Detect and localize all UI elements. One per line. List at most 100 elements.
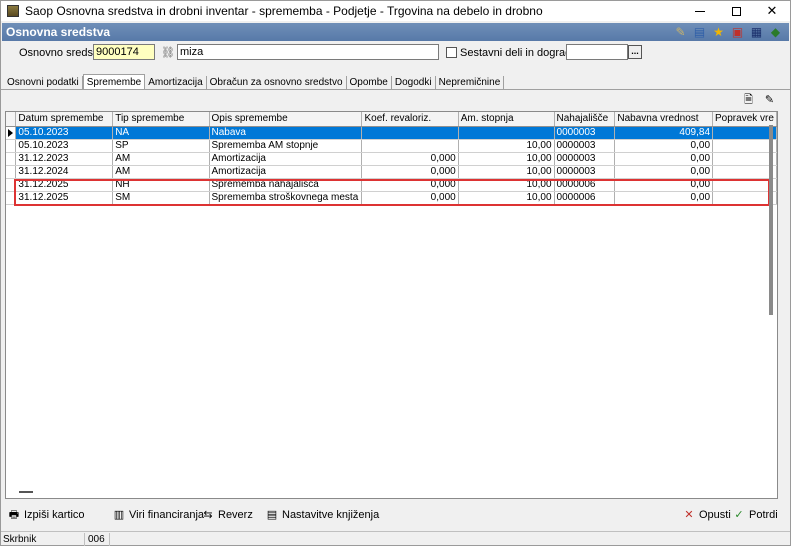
app-window: Saop Osnovna sredstva in drobni inventar… [0, 0, 791, 546]
cell-popravek[interactable] [712, 139, 777, 153]
table-row[interactable]: 31.12.2025 NH Sprememba nahajališča 0,00… [6, 178, 777, 192]
cell-desc[interactable]: Nabava [209, 126, 363, 140]
cell-stopnja[interactable]: 10,00 [458, 139, 555, 153]
cancel-button[interactable]: ✕ Opusti [682, 509, 730, 521]
cell-type[interactable]: AM [112, 152, 210, 166]
reverse-button[interactable]: ⇆ Reverz [201, 509, 252, 521]
cell-stopnja[interactable]: 10,00 [458, 165, 555, 179]
table-row[interactable]: 05.10.2023 SP Sprememba AM stopnje 10,00… [6, 139, 777, 153]
tab-opombe[interactable]: Opombe [347, 76, 392, 90]
cell-type[interactable]: NH [112, 178, 210, 192]
close-button[interactable]: ✕ [754, 1, 790, 21]
composite-input[interactable] [566, 44, 628, 60]
cell-location[interactable]: 0000003 [554, 126, 616, 140]
export-icon[interactable]: ◆ [768, 25, 783, 40]
cell-popravek[interactable] [712, 178, 777, 192]
browse-button[interactable]: ... [628, 45, 642, 59]
cell-stopnja[interactable] [458, 126, 555, 140]
edit-icon[interactable]: ✎ [673, 25, 688, 40]
cell-type[interactable]: NA [112, 126, 210, 140]
edit-record-icon[interactable]: ✎ [763, 94, 776, 107]
cell-desc[interactable]: Amortizacija [209, 152, 363, 166]
cell-date[interactable]: 31.12.2025 [15, 191, 114, 205]
cell-type[interactable]: SP [112, 139, 210, 153]
cell-location[interactable]: 0000003 [554, 139, 616, 153]
cell-desc[interactable]: Sprememba nahajališča [209, 178, 363, 192]
confirm-button[interactable]: ✓ Potrdi [732, 509, 777, 521]
col-header-value[interactable]: Nabavna vrednost [614, 112, 714, 127]
cell-value[interactable]: 0,00 [614, 191, 714, 205]
posting-settings-button[interactable]: ▤ Nastavitve knjiženja [265, 509, 379, 521]
cell-value[interactable]: 0,00 [614, 165, 714, 179]
horizontal-scrollbar[interactable] [19, 491, 33, 493]
status-bar: Skrbnik 006 [1, 531, 790, 546]
asset-name-input[interactable] [177, 44, 439, 60]
table-row[interactable]: 05.10.2023 NA Nabava 0000003 409,84 [6, 126, 777, 140]
tab-amortizacija[interactable]: Amortizacija [145, 76, 207, 90]
print-card-button[interactable]: 🖶 Izpiši kartico [7, 509, 85, 521]
cell-location[interactable]: 0000006 [554, 178, 616, 192]
cell-value[interactable]: 0,00 [614, 152, 714, 166]
lookup-icon[interactable]: ⛓ [161, 46, 175, 59]
tab-spremembe[interactable]: Spremembe [82, 74, 146, 90]
settings-icon: ▤ [266, 509, 278, 521]
cell-stopnja[interactable]: 10,00 [458, 152, 555, 166]
cell-koef[interactable] [361, 139, 459, 153]
cell-date[interactable]: 05.10.2023 [15, 139, 114, 153]
tab-dogodki[interactable]: Dogodki [392, 76, 436, 90]
cell-value[interactable]: 0,00 [614, 178, 714, 192]
star-icon[interactable]: ★ [711, 25, 726, 40]
cell-desc[interactable]: Amortizacija [209, 165, 363, 179]
cell-koef[interactable]: 0,000 [361, 178, 459, 192]
col-header-desc[interactable]: Opis spremembe [209, 112, 363, 127]
tab-osnovni-podatki[interactable]: Osnovni podatki [4, 76, 83, 90]
maximize-button[interactable] [718, 1, 754, 21]
cell-location[interactable]: 0000003 [554, 165, 616, 179]
cell-stopnja[interactable]: 10,00 [458, 178, 555, 192]
col-header-popravek[interactable]: Popravek vre [712, 112, 777, 127]
calculator-icon[interactable]: ▦ [749, 25, 764, 40]
cell-popravek[interactable] [712, 165, 777, 179]
cell-koef[interactable] [361, 126, 459, 140]
col-header-koef[interactable]: Koef. revaloriz. [361, 112, 459, 127]
table-row[interactable]: 31.12.2023 AM Amortizacija 0,000 10,00 0… [6, 152, 777, 166]
tab-nepremicnine[interactable]: Nepremičnine [436, 76, 505, 90]
cell-popravek[interactable] [712, 152, 777, 166]
vertical-scrollbar[interactable] [769, 125, 773, 315]
col-header-type[interactable]: Tip spremembe [112, 112, 210, 127]
cell-date[interactable]: 05.10.2023 [15, 126, 114, 140]
cell-koef[interactable]: 0,000 [361, 152, 459, 166]
cell-desc[interactable]: Sprememba AM stopnje [209, 139, 363, 153]
cell-location[interactable]: 0000003 [554, 152, 616, 166]
cell-date[interactable]: 31.12.2025 [15, 178, 114, 192]
col-header-date[interactable]: Datum spremembe [15, 112, 114, 127]
cell-popravek[interactable] [712, 126, 777, 140]
asset-code-input[interactable] [93, 44, 155, 60]
folder-icon[interactable]: ▤ [692, 25, 707, 40]
cell-type[interactable]: AM [112, 165, 210, 179]
posting-settings-label: Nastavitve knjiženja [282, 509, 380, 521]
cell-koef[interactable]: 0,000 [361, 165, 459, 179]
table-row[interactable]: 31.12.2024 AM Amortizacija 0,000 10,00 0… [6, 165, 777, 179]
cell-date[interactable]: 31.12.2024 [15, 165, 114, 179]
cell-desc[interactable]: Sprememba stroškovnega mesta [209, 191, 363, 205]
col-header-location[interactable]: Nahajališče [554, 112, 616, 127]
cell-popravek[interactable] [712, 191, 777, 205]
tab-obracun[interactable]: Obračun za osnovno sredstvo [207, 76, 347, 90]
cell-value[interactable]: 0,00 [614, 139, 714, 153]
table-row[interactable]: 31.12.2025 SM Sprememba stroškovnega mes… [6, 191, 777, 205]
new-record-icon[interactable]: 🗎 [742, 94, 755, 107]
cell-type[interactable]: SM [112, 191, 210, 205]
action-bar: 🖶 Izpiši kartico ▥ Viri financiranja ⇆ R… [1, 506, 790, 528]
col-header-stopnja[interactable]: Am. stopnja [458, 112, 555, 127]
cell-koef[interactable]: 0,000 [361, 191, 459, 205]
cell-stopnja[interactable]: 10,00 [458, 191, 555, 205]
save-icon[interactable]: ▣ [730, 25, 745, 40]
funding-sources-button[interactable]: ▥ Viri financiranja [112, 509, 204, 521]
minimize-button[interactable] [682, 1, 718, 21]
app-icon [7, 5, 19, 17]
cell-value[interactable]: 409,84 [614, 126, 714, 140]
composite-checkbox[interactable] [446, 47, 457, 58]
cell-location[interactable]: 0000006 [554, 191, 616, 205]
cell-date[interactable]: 31.12.2023 [15, 152, 114, 166]
